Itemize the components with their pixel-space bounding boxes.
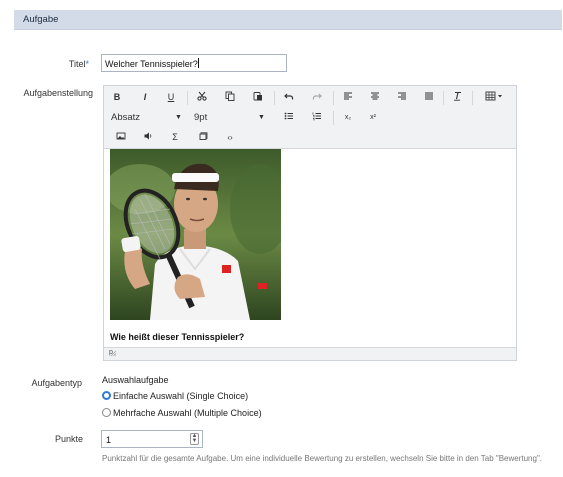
insert-audio-button[interactable] xyxy=(141,131,155,144)
bullet-list-button[interactable] xyxy=(282,111,296,124)
align-right-icon xyxy=(398,92,406,100)
radio-single-choice[interactable]: Einfache Auswahl (Single Choice) xyxy=(102,390,248,402)
align-left-button[interactable] xyxy=(341,91,355,104)
copy-icon xyxy=(225,91,235,101)
title-input-value: Welcher Tennisspieler? xyxy=(105,59,198,69)
editor-toolbar: B I U Absatz ▼ 9pt ▼ x₂ x² Σ ‹› xyxy=(104,86,516,149)
numbered-list-icon xyxy=(312,112,321,121)
editor-content[interactable]: Wie heißt dieser Tennisspieler? xyxy=(104,148,516,349)
paste-icon xyxy=(253,92,262,101)
source-code-icon: ‹› xyxy=(227,133,233,142)
insert-formula-button[interactable]: Σ xyxy=(168,131,182,144)
section-title: Aufgabe xyxy=(23,14,59,25)
chevron-down-icon: ▼ xyxy=(175,114,182,121)
paste-button[interactable] xyxy=(251,91,265,104)
redo-icon xyxy=(312,93,322,100)
radio-multiple-choice[interactable]: Mehrfache Auswahl (Multiple Choice) xyxy=(102,407,262,419)
copy-button[interactable] xyxy=(223,91,237,104)
radio-button[interactable] xyxy=(102,391,111,400)
clear-format-button[interactable] xyxy=(451,91,465,104)
toolbar-divider xyxy=(443,91,444,105)
insert-image-button[interactable] xyxy=(114,131,128,144)
audio-icon xyxy=(144,132,152,140)
table-button[interactable] xyxy=(480,91,508,104)
format-select-value: Absatz xyxy=(111,112,141,123)
type-value: Auswahlaufgabe xyxy=(102,375,169,385)
align-right-button[interactable] xyxy=(395,91,409,104)
align-justify-button[interactable] xyxy=(422,91,436,104)
bold-button[interactable]: B xyxy=(110,91,124,104)
toolbar-divider xyxy=(333,91,334,105)
snippet-icon xyxy=(199,132,208,140)
toolbar-divider xyxy=(472,91,473,105)
title-input[interactable]: Welcher Tennisspieler? xyxy=(101,54,287,72)
title-label: Titel* xyxy=(69,59,89,69)
resize-handle[interactable] xyxy=(109,349,514,359)
editor-statusbar: p xyxy=(104,347,516,360)
table-icon xyxy=(485,91,502,101)
undo-icon xyxy=(284,93,294,100)
resize-icon xyxy=(110,350,117,357)
radio-label: Einfache Auswahl (Single Choice) xyxy=(113,391,249,401)
image-icon xyxy=(116,132,126,140)
type-label: Aufgabentyp xyxy=(31,378,82,388)
radio-button[interactable] xyxy=(102,408,111,417)
source-code-button[interactable]: ‹› xyxy=(223,131,237,144)
toolbar-divider xyxy=(274,91,275,105)
align-left-icon xyxy=(344,92,352,100)
radio-label: Mehrfache Auswahl (Multiple Choice) xyxy=(113,408,262,418)
clear-format-icon xyxy=(454,91,461,101)
align-center-icon xyxy=(371,92,379,100)
subscript-button[interactable]: x₂ xyxy=(341,111,355,124)
bullet-list-icon xyxy=(284,112,293,120)
undo-button[interactable] xyxy=(282,91,296,104)
align-justify-icon xyxy=(425,92,433,100)
required-marker: * xyxy=(85,59,89,69)
sigma-icon: Σ xyxy=(172,132,178,142)
superscript-button[interactable]: x² xyxy=(366,111,380,124)
font-size-select[interactable]: 9pt ▼ xyxy=(194,111,266,124)
rich-text-editor: B I U Absatz ▼ 9pt ▼ x₂ x² Σ ‹› Wie heiß… xyxy=(103,85,517,361)
tennis-player-image xyxy=(110,149,281,320)
spinner-icon[interactable]: ▲ ▼ xyxy=(190,433,199,445)
redo-button[interactable] xyxy=(310,91,324,104)
points-label: Punkte xyxy=(54,434,83,444)
cut-icon xyxy=(197,91,207,101)
numbered-list-button[interactable] xyxy=(310,111,324,124)
font-size-select-value: 9pt xyxy=(194,112,208,123)
cut-button[interactable] xyxy=(195,91,209,104)
underline-button[interactable]: U xyxy=(164,91,178,104)
align-center-button[interactable] xyxy=(368,91,382,104)
points-hint: Punktzahl für die gesamte Aufgabe. Um ei… xyxy=(102,454,543,463)
insert-snippet-button[interactable] xyxy=(196,131,210,144)
chevron-down-icon: ▼ xyxy=(258,114,265,121)
points-value: 1 xyxy=(106,435,112,445)
tennis-player-photo xyxy=(110,149,281,320)
question-text: Wie heißt dieser Tennisspieler? xyxy=(110,332,245,342)
toolbar-divider xyxy=(333,111,334,125)
text-caret xyxy=(197,58,199,68)
italic-button[interactable]: I xyxy=(138,91,152,104)
format-select[interactable]: Absatz ▼ xyxy=(111,111,183,124)
description-label: Aufgabenstellung xyxy=(23,88,93,98)
points-input[interactable]: 1 ▲ ▼ xyxy=(101,430,203,448)
toolbar-divider xyxy=(187,91,188,105)
title-label-text: Titel xyxy=(68,59,86,69)
section-header: Aufgabe xyxy=(14,10,562,30)
